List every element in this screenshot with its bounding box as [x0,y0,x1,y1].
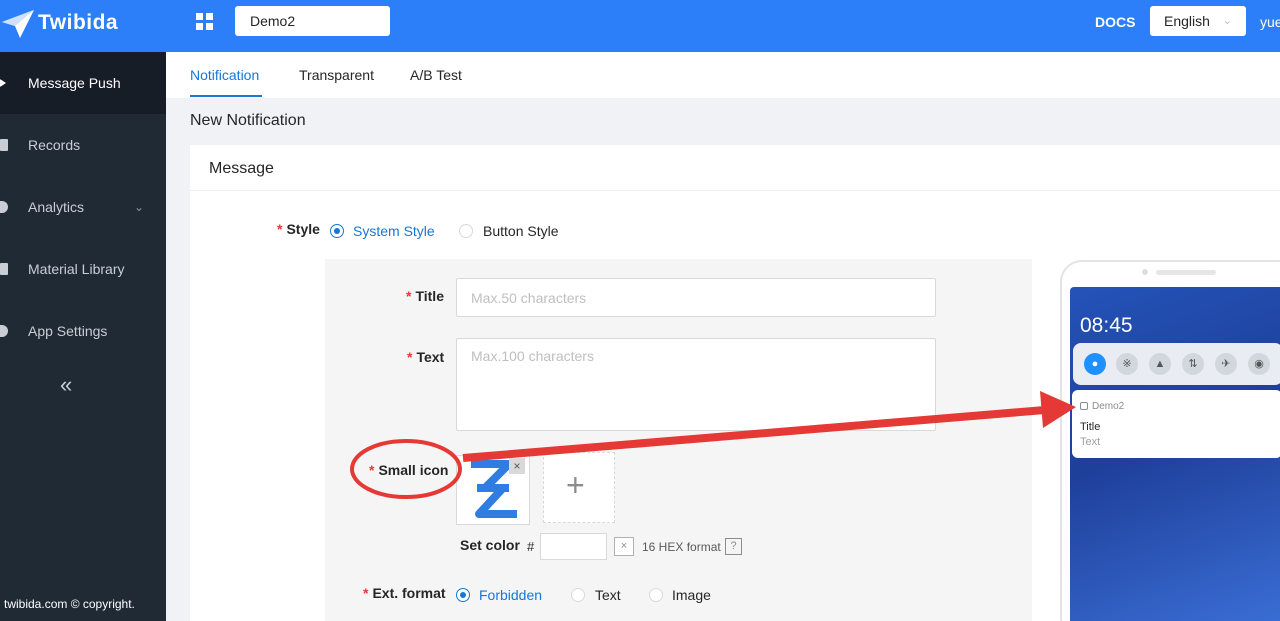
annotation-arrow-line [462,406,1046,462]
annotation-overlay [350,391,1076,499]
highlight-circle [350,439,462,499]
annotation-arrow-head [1040,391,1076,428]
